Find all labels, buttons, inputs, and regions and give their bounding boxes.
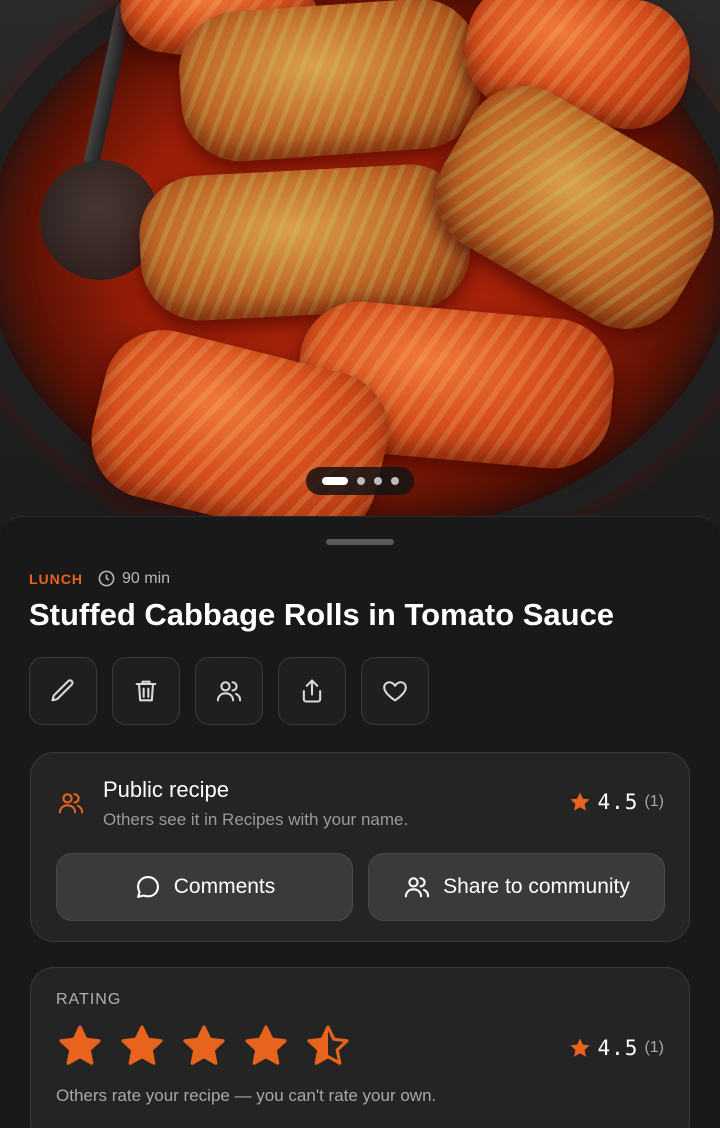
edit-button[interactable] <box>29 657 97 725</box>
rating-note: Others rate your recipe — you can't rate… <box>56 1086 437 1105</box>
category-label: LUNCH <box>29 570 83 587</box>
carousel-dot[interactable] <box>390 477 399 485</box>
share-to-community-button[interactable]: Share to community <box>368 853 665 921</box>
rating-count: (1) <box>644 793 664 810</box>
carousel-dot[interactable] <box>356 477 365 485</box>
comment-icon <box>136 876 159 898</box>
rating-count: (1) <box>644 1039 664 1056</box>
public-recipe-subtitle: Others see it in Recipes with your name. <box>103 810 409 829</box>
trash-icon <box>135 680 157 702</box>
average-rating: 4.5 (1) <box>568 790 664 814</box>
share-label: Share to community <box>443 875 630 898</box>
rating-card: RATING 4.5 (1) Others rate your recipe —… <box>30 967 690 1128</box>
recipe-actions <box>29 657 429 725</box>
star-icon <box>59 1025 101 1065</box>
heart-icon <box>383 681 407 702</box>
rating-section-label: RATING <box>56 991 122 1008</box>
delete-button[interactable] <box>112 657 180 725</box>
rating-score: 4.5 <box>597 1036 639 1060</box>
recipe-meta: LUNCH 90 min <box>29 569 170 588</box>
star-icon <box>183 1025 225 1065</box>
star-icon <box>245 1025 287 1065</box>
average-rating: 4.5 (1) <box>568 1036 664 1060</box>
public-recipe-title: Public recipe <box>103 777 229 802</box>
clock-icon <box>98 570 115 587</box>
public-recipe-card: Public recipe Others see it in Recipes w… <box>30 752 690 942</box>
comments-button[interactable]: Comments <box>56 853 353 921</box>
share-icon <box>302 679 322 703</box>
carousel-dot[interactable] <box>321 477 348 485</box>
star-icon <box>121 1025 163 1065</box>
star-rating <box>56 1022 352 1070</box>
users-icon <box>216 681 242 702</box>
users-icon <box>58 793 84 814</box>
star-icon <box>307 1025 349 1065</box>
cabbage-roll <box>175 0 485 166</box>
pencil-icon <box>51 679 74 702</box>
cook-time: 90 min <box>97 569 170 588</box>
users-icon <box>404 877 430 898</box>
rating-score: 4.5 <box>597 790 639 814</box>
star-icon <box>570 1038 589 1057</box>
carousel-indicator[interactable] <box>306 467 414 495</box>
share-button[interactable] <box>278 657 346 725</box>
comments-label: Comments <box>173 875 276 898</box>
collaborators-button[interactable] <box>195 657 263 725</box>
recipe-detail-sheet: LUNCH 90 min Stuffed Cabbage Rolls in To… <box>0 516 720 1128</box>
favorite-button[interactable] <box>361 657 429 725</box>
recipe-hero-image[interactable] <box>0 0 720 540</box>
cook-time-text: 90 min <box>122 569 171 587</box>
star-icon <box>570 792 589 811</box>
carousel-dot[interactable] <box>373 477 382 485</box>
recipe-title: Stuffed Cabbage Rolls in Tomato Sauce <box>29 597 615 632</box>
sheet-drag-handle[interactable] <box>326 539 394 545</box>
cabbage-roll <box>136 161 474 324</box>
